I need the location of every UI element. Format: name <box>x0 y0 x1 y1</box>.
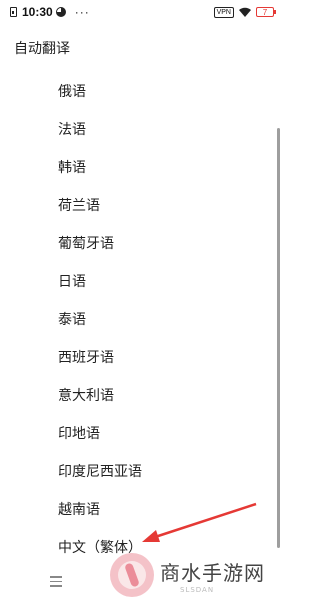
status-bar: 10:30 ··· VPN 7 <box>0 0 284 24</box>
more-notifications-icon: ··· <box>74 5 90 19</box>
language-item-french[interactable]: 法语 <box>0 110 270 148</box>
language-item-indonesian[interactable]: 印度尼西亚语 <box>0 452 270 490</box>
vpn-icon: VPN <box>213 6 234 18</box>
language-item-hindi[interactable]: 印地语 <box>0 414 270 452</box>
watermark-logo-icon <box>110 553 154 597</box>
menu-icon[interactable] <box>50 576 62 587</box>
language-list: 俄语 法语 韩语 荷兰语 葡萄牙语 日语 泰语 西班牙语 意大利语 印地语 印度… <box>0 72 270 566</box>
scrollbar[interactable] <box>277 128 280 548</box>
annotation-arrow-icon <box>142 502 257 542</box>
notification-icon <box>55 7 66 17</box>
watermark: 商水手游网 SLSDAN <box>110 550 280 600</box>
language-item-dutch[interactable]: 荷兰语 <box>0 186 270 224</box>
battery-icon: 7 <box>256 7 276 17</box>
status-time: 10:30 <box>22 5 53 19</box>
language-item-japanese[interactable]: 日语 <box>0 262 270 300</box>
language-item-italian[interactable]: 意大利语 <box>0 376 270 414</box>
watermark-title: 商水手游网 <box>160 560 265 585</box>
language-item-russian[interactable]: 俄语 <box>0 72 270 110</box>
language-item-portuguese[interactable]: 葡萄牙语 <box>0 224 270 262</box>
language-item-spanish[interactable]: 西班牙语 <box>0 338 270 376</box>
battery-level: 7 <box>262 7 268 17</box>
language-item-thai[interactable]: 泰语 <box>0 300 270 338</box>
language-item-korean[interactable]: 韩语 <box>0 148 270 186</box>
watermark-subtitle: SLSDAN <box>180 585 215 594</box>
page-title: 自动翻译 <box>14 41 70 57</box>
wifi-icon <box>239 7 251 17</box>
sim-card-icon <box>10 7 17 17</box>
